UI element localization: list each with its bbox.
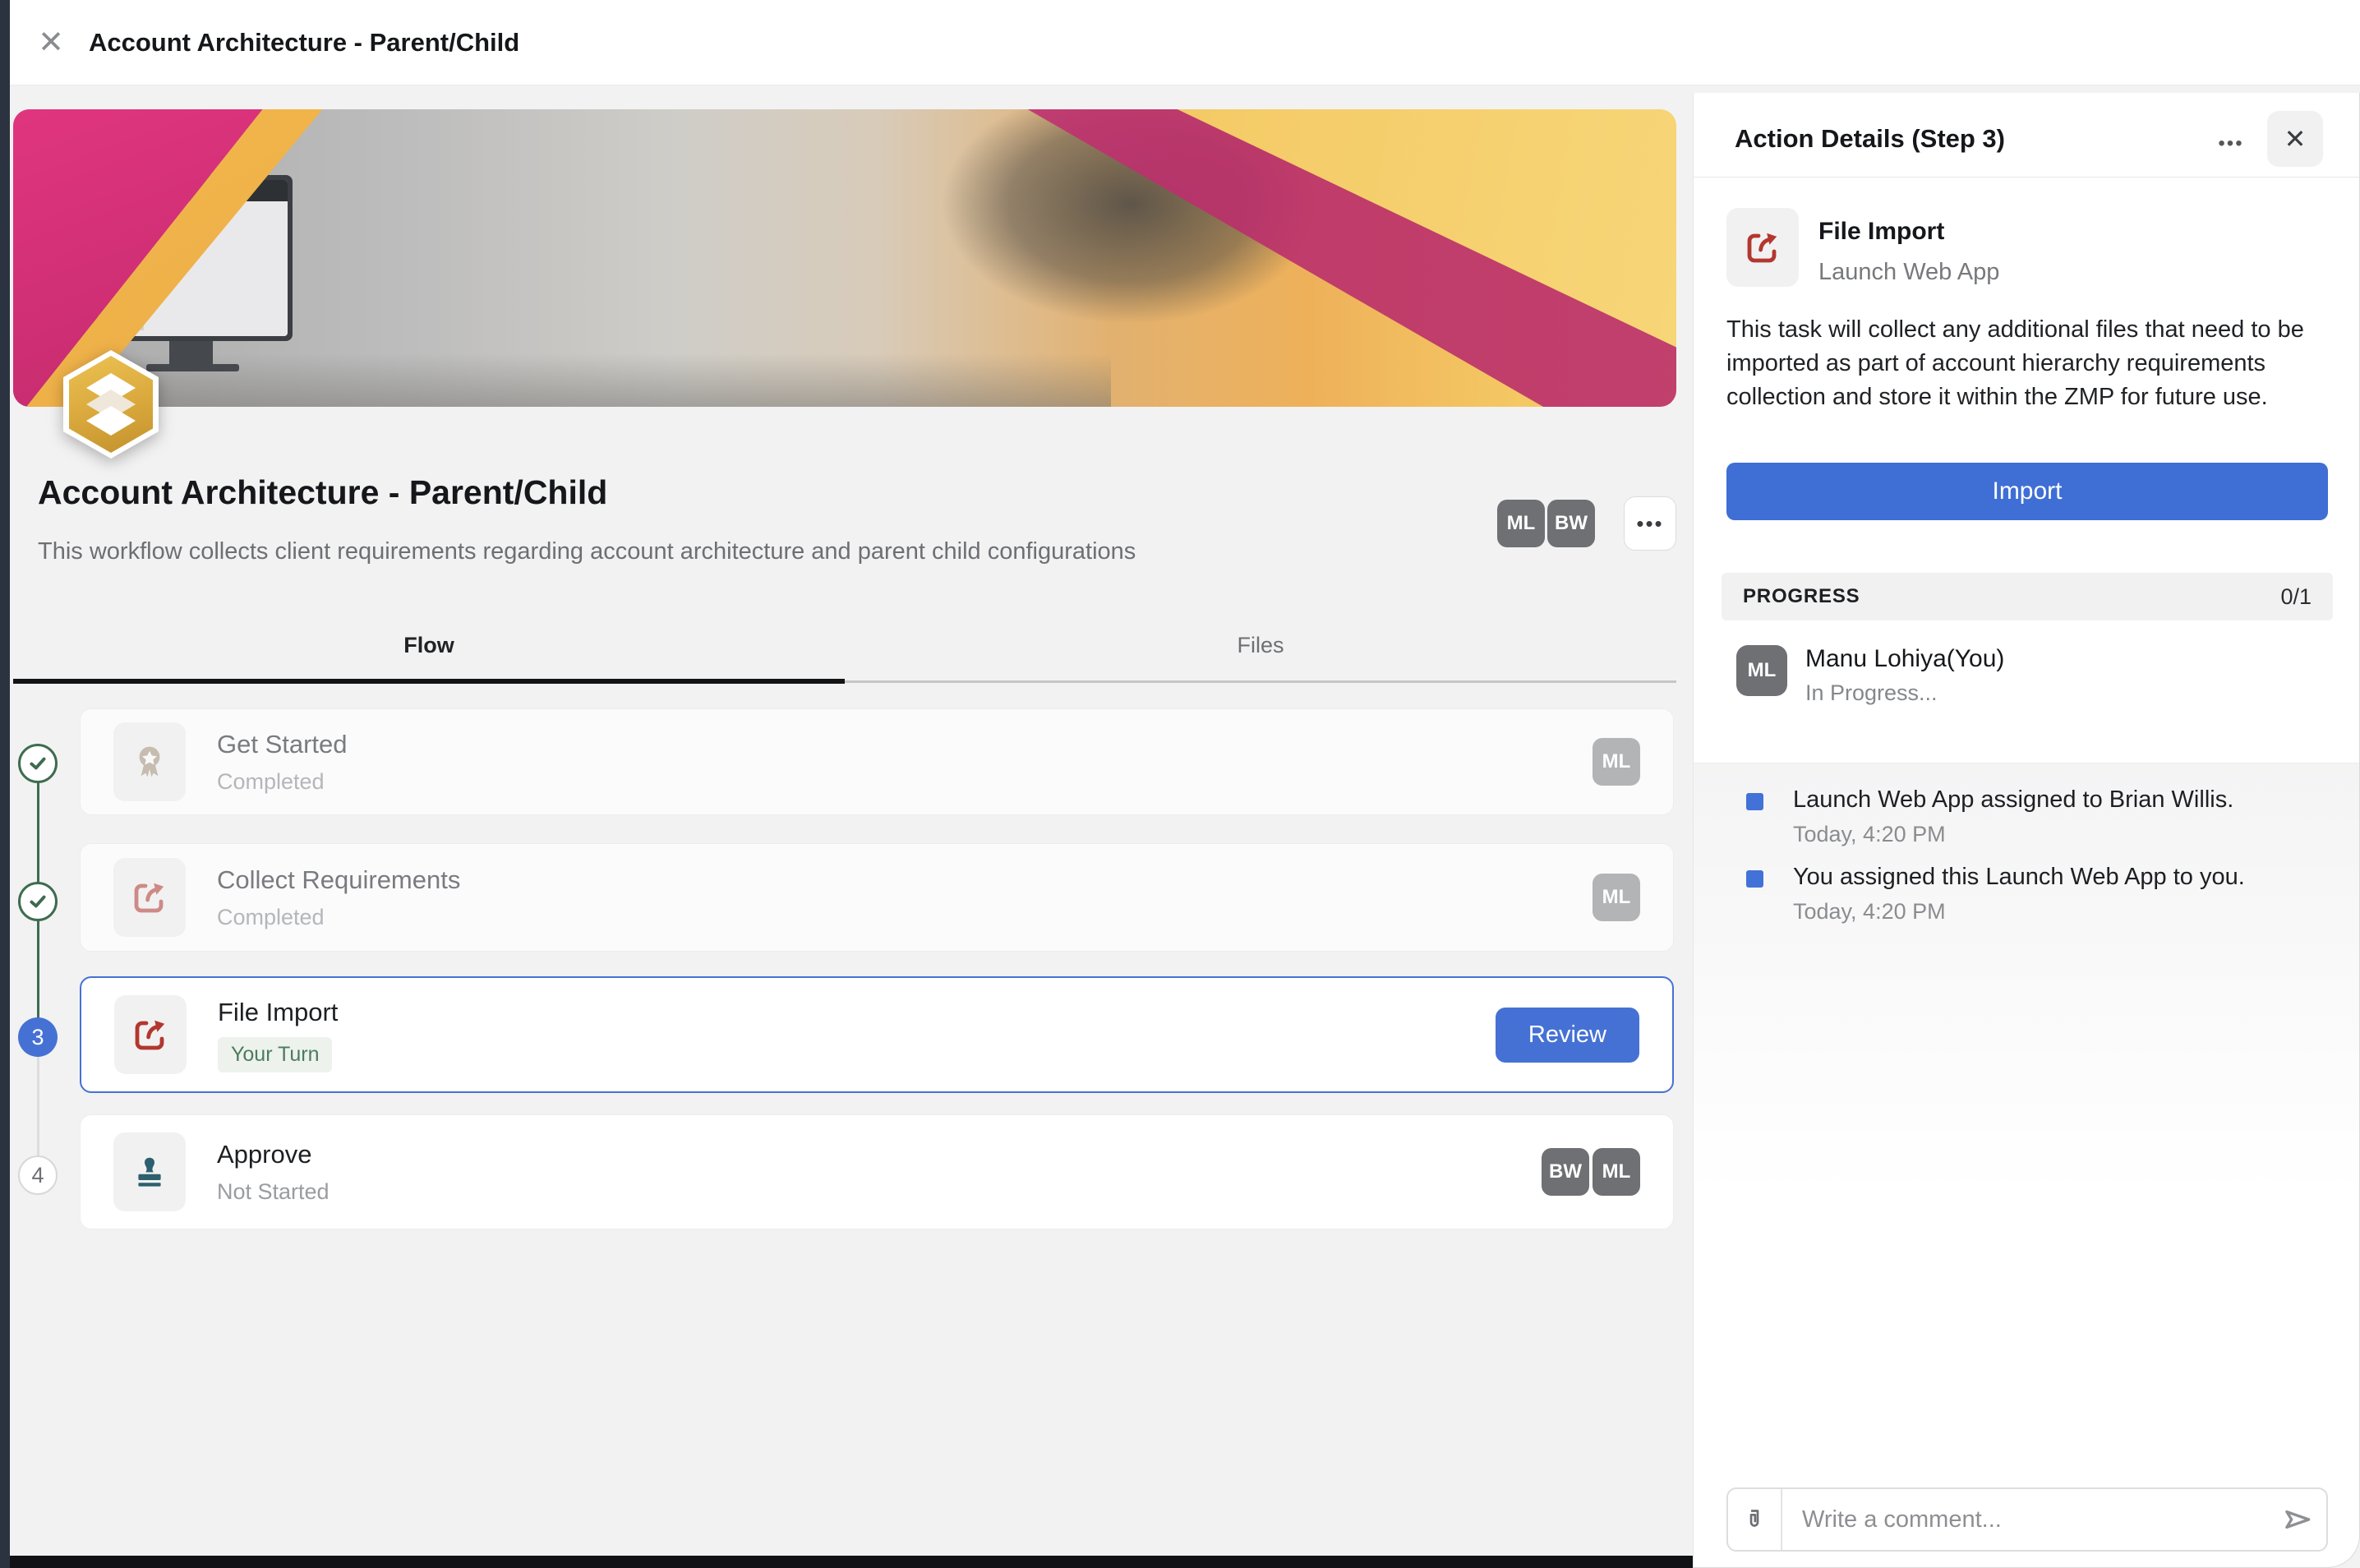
avatar: ML bbox=[1736, 645, 1787, 696]
hero-banner bbox=[13, 109, 1676, 407]
activity-text: Launch Web App assigned to Brian Willis. bbox=[1793, 786, 2233, 814]
progress-label: PROGRESS bbox=[1743, 585, 1860, 608]
comment-input[interactable] bbox=[1782, 1506, 2269, 1533]
step-title: Collect Requirements bbox=[217, 865, 460, 895]
panel-title: Action Details (Step 3) bbox=[1735, 124, 2005, 154]
more-options-button[interactable]: ••• bbox=[1624, 496, 1676, 551]
bullet-icon bbox=[1746, 870, 1763, 888]
stamp-icon bbox=[113, 1132, 186, 1211]
step-3-number: 3 bbox=[18, 1017, 58, 1057]
assignee-status: In Progress... bbox=[1805, 680, 2004, 706]
activity-feed: Launch Web App assigned to Brian Willis.… bbox=[1694, 763, 2359, 1338]
tab-flow[interactable]: Flow bbox=[13, 611, 845, 679]
attach-file-icon[interactable] bbox=[1728, 1489, 1782, 1550]
step-title: File Import bbox=[218, 998, 338, 1027]
avatar: BW bbox=[1542, 1148, 1589, 1196]
panel-divider bbox=[1694, 177, 2359, 178]
avatar: ML bbox=[1593, 738, 1640, 786]
share-icon bbox=[113, 858, 186, 937]
action-subtitle: Launch Web App bbox=[1818, 259, 1999, 286]
modal-header: ✕ Account Architecture - Parent/Child bbox=[0, 0, 2360, 85]
bullet-icon bbox=[1746, 793, 1763, 810]
step-title: Get Started bbox=[217, 730, 348, 759]
close-icon[interactable]: ✕ bbox=[31, 23, 71, 62]
medal-icon bbox=[113, 722, 186, 801]
step-card-get-started[interactable]: Get Started Completed ML bbox=[80, 708, 1674, 815]
activity-item: You assigned this Launch Web App to you.… bbox=[1746, 864, 2245, 925]
send-icon[interactable] bbox=[2269, 1502, 2326, 1537]
step-2-check-icon bbox=[18, 882, 58, 921]
workflow-logo-hexagon-icon bbox=[63, 350, 159, 459]
app-bottom-bar bbox=[10, 1556, 1693, 1568]
panel-more-options-button[interactable]: ••• bbox=[2206, 119, 2256, 168]
active-tab-indicator bbox=[13, 679, 845, 684]
tab-bar: Flow Files bbox=[13, 611, 1676, 685]
avatar[interactable]: BW bbox=[1547, 500, 1595, 547]
modal-title: Account Architecture - Parent/Child bbox=[89, 28, 519, 58]
progress-assignee: ML Manu Lohiya(You) In Progress... bbox=[1736, 645, 2004, 706]
step-card-collect-requirements[interactable]: Collect Requirements Completed ML bbox=[80, 843, 1674, 952]
action-title: File Import bbox=[1818, 218, 1944, 246]
activity-item: Launch Web App assigned to Brian Willis.… bbox=[1746, 786, 2233, 847]
app-left-sliver bbox=[0, 0, 10, 1568]
your-turn-badge: Your Turn bbox=[218, 1037, 332, 1072]
avatar: ML bbox=[1593, 1148, 1640, 1196]
tab-divider bbox=[845, 680, 1676, 683]
panel-close-button[interactable]: ✕ bbox=[2267, 111, 2323, 167]
banner-monitor-base bbox=[146, 364, 239, 371]
page-description: This workflow collects client requiremen… bbox=[38, 538, 1136, 565]
action-details-panel: Action Details (Step 3) ••• ✕ File Impor… bbox=[1693, 93, 2360, 1568]
step-status: Not Started bbox=[217, 1179, 330, 1205]
avatar: ML bbox=[1593, 874, 1640, 921]
step-status: Completed bbox=[217, 905, 460, 930]
share-icon bbox=[114, 995, 187, 1074]
step-card-file-import[interactable]: File Import Your Turn Review bbox=[80, 976, 1674, 1093]
activity-time: Today, 4:20 PM bbox=[1793, 899, 2245, 925]
activity-time: Today, 4:20 PM bbox=[1793, 822, 2233, 847]
tab-files[interactable]: Files bbox=[845, 611, 1676, 679]
step-title: Approve bbox=[217, 1140, 330, 1169]
workflow-avatars: ML BW bbox=[1497, 500, 1595, 547]
step-card-approve[interactable]: Approve Not Started BW ML bbox=[80, 1114, 1674, 1229]
comment-bar bbox=[1726, 1487, 2328, 1552]
step-4-number: 4 bbox=[18, 1155, 58, 1195]
avatar[interactable]: ML bbox=[1497, 500, 1545, 547]
assignee-name: Manu Lohiya(You) bbox=[1805, 645, 2004, 673]
progress-count: 0/1 bbox=[2280, 584, 2312, 610]
progress-header: PROGRESS 0/1 bbox=[1722, 573, 2333, 620]
review-button[interactable]: Review bbox=[1496, 1008, 1639, 1063]
action-description: This task will collect any additional fi… bbox=[1726, 313, 2307, 414]
banner-monitor-stand bbox=[169, 341, 213, 365]
step-1-check-icon bbox=[18, 744, 58, 783]
step-status: Completed bbox=[217, 769, 348, 795]
activity-text: You assigned this Launch Web App to you. bbox=[1793, 864, 2245, 891]
share-icon bbox=[1726, 208, 1799, 287]
page-title: Account Architecture - Parent/Child bbox=[38, 473, 607, 512]
import-button[interactable]: Import bbox=[1726, 463, 2328, 520]
